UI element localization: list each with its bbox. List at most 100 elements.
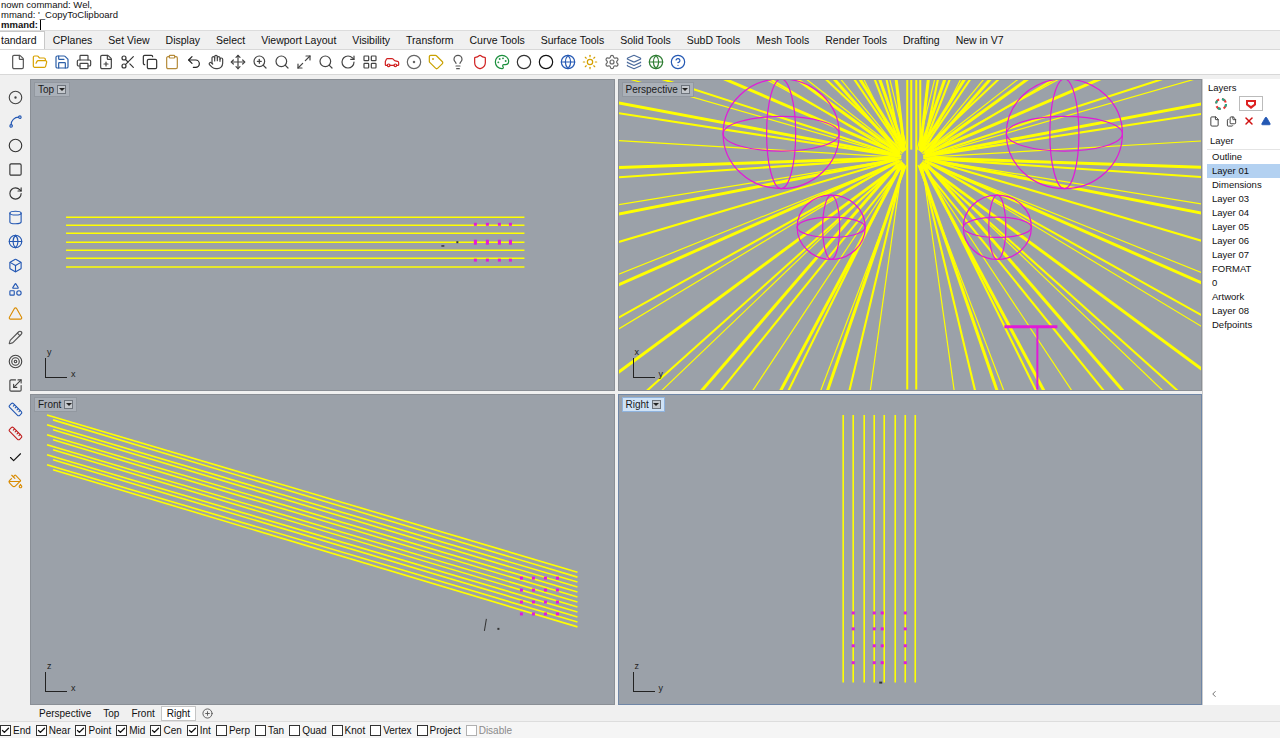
toolbar-button[interactable] [668,52,687,72]
move-up-icon[interactable] [1261,116,1271,126]
viewport[interactable]: Topyx [30,79,615,391]
toolbar-button[interactable] [6,399,25,419]
toolbar-button[interactable] [6,447,25,467]
toolbar-button[interactable] [624,52,643,72]
toolbar-tab[interactable]: Set View [100,31,157,49]
osnap-option[interactable]: Vertex [370,725,411,736]
toolbar-tab[interactable]: Mesh Tools [748,31,817,49]
toolbar-button[interactable] [448,52,467,72]
viewport-title[interactable]: Right [622,397,665,412]
toolbar-button[interactable] [602,52,621,72]
osnap-option[interactable]: Disable [466,725,512,736]
layer-item[interactable]: Layer 03 [1207,192,1280,206]
dropdown-arrow-icon[interactable] [57,85,66,94]
osnap-checkbox[interactable] [0,725,11,736]
toolbar-button[interactable] [162,52,181,72]
osnap-option[interactable]: End [0,725,31,736]
toolbar-button[interactable] [426,52,445,72]
toolbar-tab[interactable]: Display [158,31,208,49]
toolbar-button[interactable] [206,52,225,72]
toolbar-button[interactable] [6,135,25,155]
toolbar-button[interactable] [6,375,25,395]
toolbar-button[interactable] [6,303,25,323]
dropdown-arrow-icon[interactable] [64,400,73,409]
new-sublayer-icon[interactable] [1226,116,1237,127]
layer-item[interactable]: Defpoints [1207,318,1280,332]
toolbar-button[interactable] [404,52,423,72]
new-layer-icon[interactable] [1209,116,1220,127]
osnap-checkbox[interactable] [370,725,381,736]
toolbar-button[interactable] [6,183,25,203]
toolbar-button[interactable] [6,471,25,491]
toolbar-tab[interactable]: Curve Tools [462,31,533,49]
toolbar-button[interactable] [338,52,357,72]
layer-item[interactable]: Layer 06 [1207,234,1280,248]
viewport-tab[interactable]: Right [161,706,196,721]
toolbar-tab[interactable]: Drafting [895,31,948,49]
toolbar-button[interactable] [6,327,25,347]
osnap-checkbox[interactable] [36,725,47,736]
osnap-option[interactable]: Quad [289,725,326,736]
viewport-tab[interactable]: Front [125,706,160,721]
toolbar-tab[interactable]: Surface Tools [533,31,612,49]
toolbar-button[interactable] [514,52,533,72]
layer-item[interactable]: Layer 01 [1207,164,1280,178]
toolbar-button[interactable] [646,52,665,72]
layer-item[interactable]: 0 [1207,276,1280,290]
toolbar-tab[interactable]: SubD Tools [679,31,749,49]
delete-layer-icon[interactable] [1243,115,1255,127]
osnap-option[interactable]: Cen [150,725,181,736]
toolbar-button[interactable] [6,279,25,299]
osnap-option[interactable]: Knot [332,725,366,736]
viewport-tab[interactable]: Perspective [33,706,97,721]
toolbar-button[interactable] [184,52,203,72]
panel-tab[interactable] [1239,96,1263,111]
toolbar-button[interactable] [382,52,401,72]
toolbar-button[interactable] [228,52,247,72]
osnap-option[interactable]: Tan [255,725,284,736]
toolbar-button[interactable] [294,52,313,72]
viewport[interactable]: Frontzx [30,394,615,706]
toolbar-button[interactable] [6,87,25,107]
osnap-checkbox[interactable] [150,725,161,736]
viewport-title[interactable]: Front [34,397,77,412]
layer-item[interactable]: Artwork [1207,290,1280,304]
dropdown-arrow-icon[interactable] [652,400,661,409]
toolbar-button[interactable] [360,52,379,72]
toolbar-button[interactable] [272,52,291,72]
toolbar-tab[interactable]: Viewport Layout [253,31,344,49]
osnap-checkbox[interactable] [187,725,198,736]
toolbar-button[interactable] [8,52,27,72]
toolbar-button[interactable] [470,52,489,72]
toolbar-button[interactable] [250,52,269,72]
viewport-title[interactable]: Top [34,82,70,97]
osnap-option[interactable]: Int [187,725,211,736]
layer-item[interactable]: Layer 05 [1207,220,1280,234]
layer-item[interactable]: Outline [1207,150,1280,164]
osnap-checkbox[interactable] [417,725,428,736]
toolbar-button[interactable] [6,423,25,443]
toolbar-tab[interactable]: New in V7 [948,31,1012,49]
layer-item[interactable]: Layer 07 [1207,248,1280,262]
layer-item[interactable]: FORMAT [1207,262,1280,276]
viewport-canvas[interactable] [31,80,614,390]
toolbar-button[interactable] [536,52,555,72]
panel-scrollbar[interactable] [1207,685,1280,705]
osnap-option[interactable]: Near [36,725,71,736]
toolbar-tab[interactable]: CPlanes [45,31,101,49]
toolbar-button[interactable] [30,52,49,72]
viewport-tab[interactable]: Top [97,706,125,721]
dropdown-arrow-icon[interactable] [681,85,690,94]
toolbar-tab[interactable]: Render Tools [817,31,895,49]
osnap-checkbox[interactable] [116,725,127,736]
toolbar-button[interactable] [6,255,25,275]
layer-item[interactable]: Dimensions [1207,178,1280,192]
layer-item[interactable]: Layer 04 [1207,206,1280,220]
toolbar-button[interactable] [492,52,511,72]
osnap-checkbox[interactable] [216,725,227,736]
osnap-option[interactable]: Perp [216,725,250,736]
toolbar-tab[interactable]: tandard [0,31,45,49]
toolbar-button[interactable] [558,52,577,72]
toolbar-button[interactable] [6,159,25,179]
viewport[interactable]: Perspectivexy [618,79,1203,391]
